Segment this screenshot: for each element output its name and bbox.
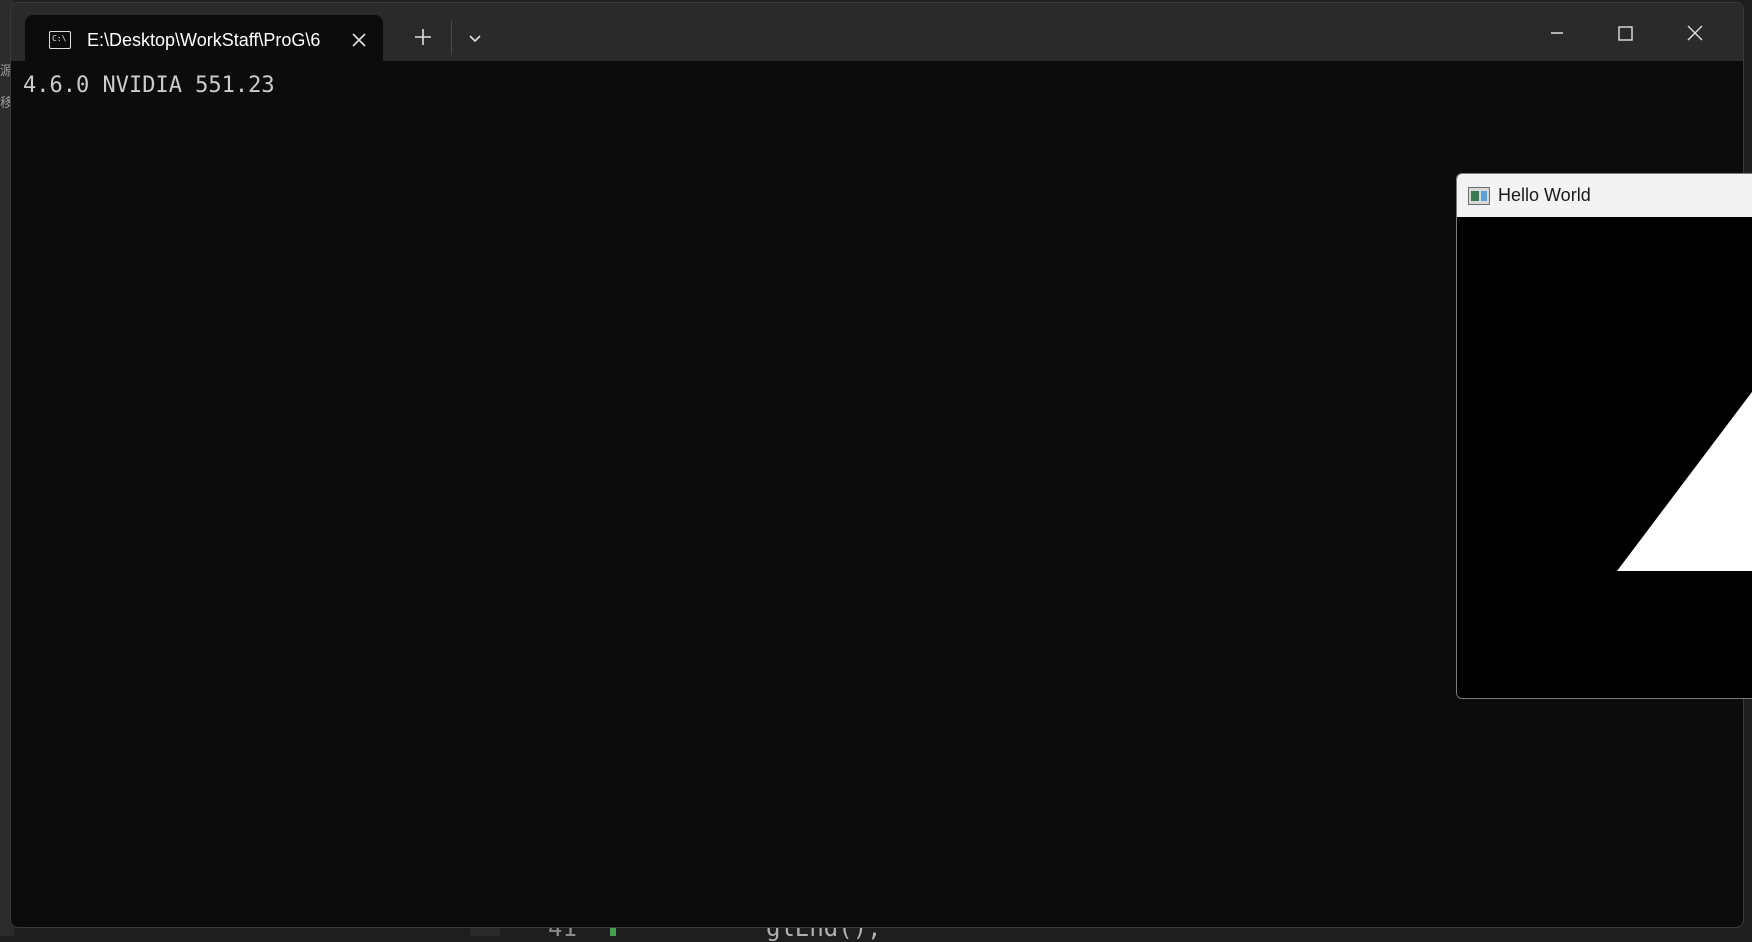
window-close-button[interactable] <box>1671 13 1719 53</box>
app-window-icon <box>1468 186 1490 205</box>
console-icon: C:\ <box>49 31 71 49</box>
maximize-button[interactable] <box>1601 13 1649 53</box>
plus-icon <box>415 29 431 45</box>
maximize-icon <box>1618 26 1633 41</box>
terminal-output[interactable]: 4.6.0 NVIDIA 551.23 <box>23 73 275 98</box>
new-tab-button[interactable] <box>403 19 443 55</box>
minimize-icon <box>1551 32 1563 34</box>
rendered-triangle <box>1617 391 1752 571</box>
terminal-tab[interactable]: C:\ E:\Desktop\WorkStaff\ProG\6 <box>25 15 383 65</box>
tab-close-button[interactable] <box>347 28 371 52</box>
tab-dropdown-button[interactable] <box>459 21 491 55</box>
opengl-canvas[interactable] <box>1457 217 1752 698</box>
white-triangle <box>1617 391 1752 571</box>
close-icon <box>352 33 366 47</box>
tab-title: E:\Desktop\WorkStaff\ProG\6 <box>87 29 321 50</box>
close-icon <box>1687 25 1703 41</box>
chevron-down-icon <box>469 35 481 43</box>
hello-world-window[interactable]: Hello World <box>1456 173 1752 699</box>
tab-separator <box>451 21 452 55</box>
minimize-button[interactable] <box>1533 13 1581 53</box>
hello-world-title: Hello World <box>1498 185 1591 205</box>
hello-world-titlebar[interactable]: Hello World <box>1457 174 1752 217</box>
terminal-titlebar[interactable]: C:\ E:\Desktop\WorkStaff\ProG\6 <box>11 3 1743 65</box>
console-icon-text: C:\ <box>52 34 67 43</box>
